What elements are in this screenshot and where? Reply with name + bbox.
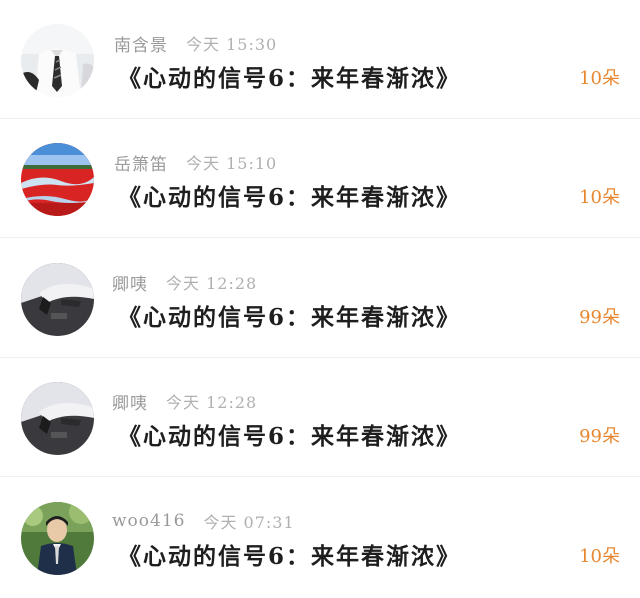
sender-name[interactable]: woo416 bbox=[112, 511, 185, 531]
message-meta: 岳箫笛 今天 15:10 bbox=[114, 149, 277, 175]
sender-name[interactable]: 岳箫笛 bbox=[114, 150, 168, 175]
flower-count: 99朵 bbox=[579, 426, 620, 447]
list-item[interactable]: 卿咦 今天 12:28 《心动的信号6：来年春渐浓》 99朵 bbox=[0, 358, 640, 477]
message-meta: 卿咦 今天 12:28 bbox=[112, 388, 257, 414]
message-text: 《心动的信号6：来年春渐浓》 bbox=[118, 423, 462, 450]
timestamp: 今天 12:28 bbox=[166, 393, 258, 412]
timestamp: 今天 15:10 bbox=[186, 154, 278, 173]
flower-count: 99朵 bbox=[579, 307, 620, 328]
flower-count: 10朵 bbox=[579, 187, 620, 208]
message-text: 《心动的信号6：来年春渐浓》 bbox=[118, 304, 462, 331]
sender-name[interactable]: 卿咦 bbox=[112, 389, 148, 414]
divider bbox=[0, 237, 640, 238]
avatar[interactable] bbox=[21, 502, 94, 575]
timestamp: 今天 15:30 bbox=[186, 35, 278, 54]
avatar[interactable] bbox=[21, 263, 94, 336]
avatar[interactable] bbox=[21, 143, 94, 216]
gift-message-list: 南含景 今天 15:30 《心动的信号6：来年春渐浓》 10朵 岳箫笛 今天 1… bbox=[0, 0, 640, 598]
message-meta: woo416 今天 07:31 bbox=[112, 508, 295, 534]
flower-count: 10朵 bbox=[579, 68, 620, 89]
sender-name[interactable]: 卿咦 bbox=[112, 270, 148, 295]
message-meta: 卿咦 今天 12:28 bbox=[112, 269, 257, 295]
timestamp: 今天 07:31 bbox=[203, 513, 295, 532]
divider bbox=[0, 476, 640, 477]
list-item[interactable]: 岳箫笛 今天 15:10 《心动的信号6：来年春渐浓》 10朵 bbox=[0, 119, 640, 238]
avatar[interactable] bbox=[21, 24, 94, 97]
flower-count: 10朵 bbox=[579, 546, 620, 567]
list-item[interactable]: woo416 今天 07:31 《心动的信号6：来年春渐浓》 10朵 bbox=[0, 478, 640, 597]
message-text: 《心动的信号6：来年春渐浓》 bbox=[118, 543, 462, 570]
message-meta: 南含景 今天 15:30 bbox=[114, 30, 277, 56]
timestamp: 今天 12:28 bbox=[166, 274, 258, 293]
list-item[interactable]: 南含景 今天 15:30 《心动的信号6：来年春渐浓》 10朵 bbox=[0, 0, 640, 119]
avatar[interactable] bbox=[21, 382, 94, 455]
message-text: 《心动的信号6：来年春渐浓》 bbox=[118, 65, 462, 92]
sender-name[interactable]: 南含景 bbox=[114, 31, 168, 56]
list-item[interactable]: 卿咦 今天 12:28 《心动的信号6：来年春渐浓》 99朵 bbox=[0, 239, 640, 358]
message-text: 《心动的信号6：来年春渐浓》 bbox=[118, 184, 462, 211]
